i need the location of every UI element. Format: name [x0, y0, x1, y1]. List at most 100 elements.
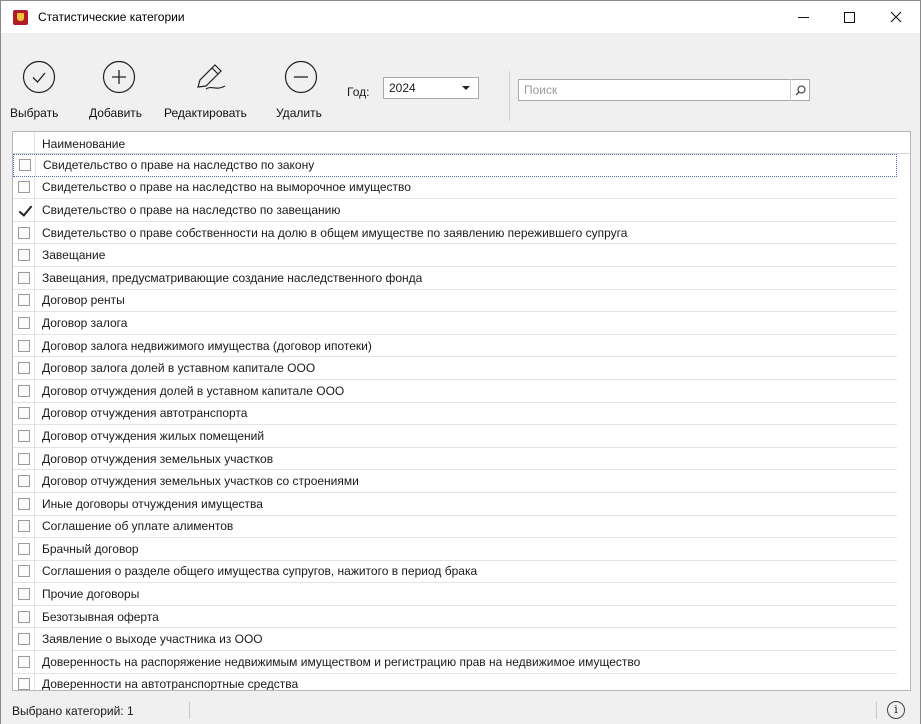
list-item[interactable]: Договор отчуждения земельных участков: [13, 447, 897, 471]
list-item[interactable]: Договор отчуждения автотранспорта: [13, 402, 897, 426]
list-item[interactable]: Свидетельство о праве на наследство на в…: [13, 176, 897, 200]
row-label: Прочие договоры: [42, 587, 140, 602]
row-label: Свидетельство о праве на наследство на в…: [42, 180, 411, 195]
checkbox-cell: [13, 492, 35, 515]
list-item[interactable]: Доверенности на автотранспортные средств…: [13, 673, 897, 690]
check-circle-icon: [22, 60, 56, 94]
list-item[interactable]: Заявление о выходе участника из ООО: [13, 628, 897, 652]
list-item[interactable]: Брачный договор: [13, 538, 897, 561]
row-checkbox[interactable]: [17, 633, 30, 646]
row-label: Заявление о выходе участника из ООО: [42, 632, 263, 647]
delete-label[interactable]: Удалить: [276, 106, 322, 120]
row-label: Договор отчуждения земельных участков: [42, 451, 274, 466]
checkbox-cell: [13, 379, 35, 402]
list-item[interactable]: Договор ренты: [13, 289, 897, 313]
checkbox-cell: [13, 470, 35, 492]
year-select[interactable]: 2024: [383, 77, 479, 99]
list-item[interactable]: Свидетельство о праве на наследство по з…: [13, 154, 897, 177]
row-checkbox[interactable]: [17, 316, 30, 329]
row-checkbox[interactable]: [17, 181, 30, 194]
row-label: Доверенность на распоряжение недвижимым …: [42, 654, 641, 669]
row-checkbox[interactable]: [17, 271, 30, 284]
year-label: Год:: [347, 85, 370, 99]
app-logo-icon: [13, 10, 28, 25]
list-item[interactable]: Соглашение об уплате алиментов: [13, 515, 897, 539]
select-label[interactable]: Выбрать: [10, 106, 58, 120]
row-checkbox[interactable]: [17, 678, 30, 690]
row-checkbox[interactable]: [17, 407, 30, 420]
row-label: Свидетельство о праве на наследство по з…: [43, 158, 315, 173]
toolbar-divider: [509, 71, 510, 121]
row-checkbox[interactable]: [17, 565, 30, 578]
edit-button[interactable]: [192, 59, 230, 93]
checkbox-cell: [13, 628, 35, 651]
row-checkbox[interactable]: [17, 384, 30, 397]
select-button[interactable]: [22, 60, 56, 94]
row-checkbox[interactable]: [17, 362, 30, 375]
year-value: 2024: [389, 81, 416, 95]
checkbox-cell: [13, 266, 35, 289]
row-checkbox[interactable]: [17, 588, 30, 601]
list-item[interactable]: Договор залога: [13, 312, 897, 335]
vertical-scrollbar[interactable]: [908, 154, 910, 690]
row-checkbox[interactable]: [17, 452, 30, 465]
checkbox-cell: [13, 176, 35, 199]
row-checkbox[interactable]: [17, 475, 30, 488]
row-checkbox[interactable]: [17, 249, 30, 262]
list-item[interactable]: Иные договоры отчуждения имущества: [13, 492, 897, 516]
row-label: Безотзывная оферта: [42, 609, 159, 624]
categories-grid: Наименование Свидетельство о праве на на…: [12, 131, 911, 691]
row-label: Договор отчуждения автотранспорта: [42, 406, 248, 421]
minimize-icon: [797, 16, 809, 18]
row-checkbox[interactable]: [17, 655, 30, 668]
row-label: Брачный договор: [42, 541, 139, 556]
row-checkbox[interactable]: [17, 226, 30, 239]
row-checkbox[interactable]: [18, 159, 31, 172]
list-item[interactable]: Договор залога недвижимого имущества (до…: [13, 334, 897, 358]
list-item[interactable]: Свидетельство о праве на наследство по з…: [13, 199, 897, 222]
selected-count: Выбрано категорий: 1: [12, 704, 134, 718]
list-item[interactable]: Договор отчуждения жилых помещений: [13, 425, 897, 448]
close-button[interactable]: [873, 1, 919, 33]
minimize-button[interactable]: [780, 1, 826, 33]
row-label: Договор залога долей в уставном капитале…: [42, 361, 316, 376]
row-checkbox[interactable]: [17, 429, 30, 442]
row-checkbox[interactable]: [17, 294, 30, 307]
edit-label[interactable]: Редактировать: [164, 106, 247, 120]
search-button[interactable]: [790, 79, 810, 101]
checkbox-cell: [13, 515, 35, 538]
toolbar: Выбрать Добавить Редактировать Удалить Г…: [1, 33, 920, 127]
list-item[interactable]: Доверенность на распоряжение недвижимым …: [13, 651, 897, 674]
row-checkbox[interactable]: [18, 204, 30, 216]
info-icon[interactable]: i: [887, 701, 905, 719]
search-input[interactable]: Поиск: [518, 79, 810, 101]
row-label: Завещание: [42, 248, 106, 263]
checkbox-cell: [13, 289, 35, 312]
row-checkbox[interactable]: [17, 610, 30, 623]
list-item[interactable]: Договор отчуждения долей в уставном капи…: [13, 379, 897, 403]
list-item[interactable]: Договор отчуждения земельных участков со…: [13, 470, 897, 493]
row-checkbox[interactable]: [17, 542, 30, 555]
list-item[interactable]: Завещания, предусматривающие создание на…: [13, 266, 897, 290]
status-divider: [876, 702, 877, 719]
row-checkbox[interactable]: [17, 497, 30, 510]
list-item[interactable]: Безотзывная оферта: [13, 605, 897, 629]
add-label[interactable]: Добавить: [89, 106, 142, 120]
row-label: Договор залога: [42, 315, 128, 330]
list-item[interactable]: Прочие договоры: [13, 583, 897, 606]
maximize-button[interactable]: [826, 1, 872, 33]
checkbox-cell: [13, 673, 35, 690]
row-checkbox[interactable]: [17, 339, 30, 352]
column-header-name[interactable]: Наименование: [42, 137, 125, 151]
delete-button[interactable]: [284, 60, 318, 94]
status-divider: [189, 702, 190, 719]
add-button[interactable]: [102, 60, 136, 94]
list-item[interactable]: Соглашения о разделе общего имущества су…: [13, 560, 897, 584]
search-icon: [795, 84, 806, 95]
list-item[interactable]: Договор залога долей в уставном капитале…: [13, 357, 897, 380]
row-label: Свидетельство о праве на наследство по з…: [42, 202, 341, 217]
chevron-down-icon: [462, 86, 470, 90]
list-item[interactable]: Свидетельство о праве собственности на д…: [13, 221, 897, 245]
row-checkbox[interactable]: [17, 520, 30, 533]
list-item[interactable]: Завещание: [13, 244, 897, 267]
